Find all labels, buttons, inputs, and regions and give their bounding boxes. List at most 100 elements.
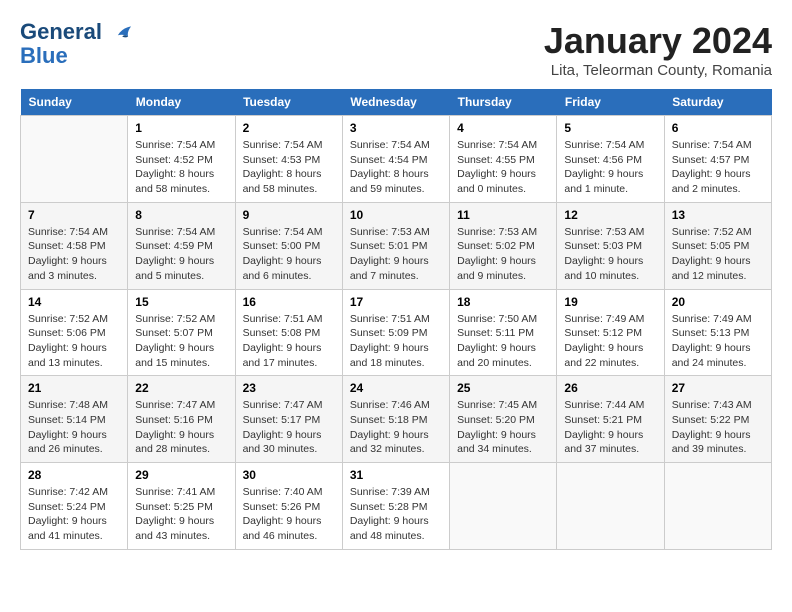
logo-line1: General (20, 19, 102, 44)
title-block: January 2024 Lita, Teleorman County, Rom… (544, 20, 772, 79)
day-number: 31 (350, 468, 442, 482)
calendar-cell: 6Sunrise: 7:54 AMSunset: 4:57 PMDaylight… (664, 116, 771, 203)
day-number: 1 (135, 121, 227, 135)
day-info: Sunrise: 7:41 AMSunset: 5:25 PMDaylight:… (135, 485, 227, 544)
logo-line2: Blue (20, 44, 134, 68)
day-number: 19 (564, 295, 656, 309)
week-row-5: 28 Sunrise: 7:42 AMSunset: 5:24 PMDayligh… (21, 463, 772, 550)
day-number: 15 (135, 295, 227, 309)
day-info: Sunrise: 7:50 AMSunset: 5:11 PMDaylight:… (457, 312, 549, 371)
location: Lita, Teleorman County, Romania (544, 62, 772, 79)
day-info: Sunrise: 7:45 AMSunset: 5:20 PMDaylight:… (457, 398, 549, 457)
calendar-cell: 15 Sunrise: 7:52 AMSunset: 5:07 PMDayligh… (128, 289, 235, 376)
day-info: Sunrise: 7:43 AMSunset: 5:22 PMDaylight:… (672, 398, 764, 457)
day-number: 4 (457, 121, 549, 135)
day-number: 24 (350, 381, 442, 395)
calendar-cell: 25 Sunrise: 7:45 AMSunset: 5:20 PMDayligh… (450, 376, 557, 463)
day-number: 16 (243, 295, 335, 309)
weekday-header-thursday: Thursday (450, 89, 557, 116)
day-number: 27 (672, 381, 764, 395)
day-info: Sunrise: 7:54 AMSunset: 4:57 PMDaylight:… (672, 138, 764, 197)
day-number: 2 (243, 121, 335, 135)
day-info: Sunrise: 7:52 AMSunset: 5:07 PMDaylight:… (135, 312, 227, 371)
day-info: Sunrise: 7:54 AMSunset: 4:54 PMDaylight:… (350, 138, 442, 197)
day-number: 9 (243, 208, 335, 222)
weekday-header-wednesday: Wednesday (342, 89, 449, 116)
logo: General Blue (20, 20, 134, 68)
month-title: January 2024 (544, 20, 772, 62)
day-number: 3 (350, 121, 442, 135)
logo-bird-icon (112, 22, 134, 44)
calendar-cell: 11 Sunrise: 7:53 AMSunset: 5:02 PMDayligh… (450, 202, 557, 289)
day-number: 5 (564, 121, 656, 135)
calendar-cell: 9Sunrise: 7:54 AMSunset: 5:00 PMDaylight… (235, 202, 342, 289)
day-info: Sunrise: 7:51 AMSunset: 5:09 PMDaylight:… (350, 312, 442, 371)
day-number: 7 (28, 208, 120, 222)
day-info: Sunrise: 7:42 AMSunset: 5:24 PMDaylight:… (28, 485, 120, 544)
calendar-cell: 3 Sunrise: 7:54 AMSunset: 4:54 PMDaylight… (342, 116, 449, 203)
calendar-cell: 21 Sunrise: 7:48 AMSunset: 5:14 PMDayligh… (21, 376, 128, 463)
day-number: 8 (135, 208, 227, 222)
day-info: Sunrise: 7:44 AMSunset: 5:21 PMDaylight:… (564, 398, 656, 457)
calendar-cell: 23 Sunrise: 7:47 AMSunset: 5:17 PMDayligh… (235, 376, 342, 463)
day-info: Sunrise: 7:54 AMSunset: 4:53 PMDaylight:… (243, 138, 335, 197)
calendar-cell: 10 Sunrise: 7:53 AMSunset: 5:01 PMDayligh… (342, 202, 449, 289)
day-info: Sunrise: 7:53 AMSunset: 5:02 PMDaylight:… (457, 225, 549, 284)
day-info: Sunrise: 7:53 AMSunset: 5:01 PMDaylight:… (350, 225, 442, 284)
day-number: 25 (457, 381, 549, 395)
week-row-1: 1Sunrise: 7:54 AMSunset: 4:52 PMDaylight… (21, 116, 772, 203)
calendar-cell (557, 463, 664, 550)
calendar-cell: 18Sunrise: 7:50 AMSunset: 5:11 PMDayligh… (450, 289, 557, 376)
day-info: Sunrise: 7:46 AMSunset: 5:18 PMDaylight:… (350, 398, 442, 457)
day-number: 13 (672, 208, 764, 222)
day-number: 17 (350, 295, 442, 309)
weekday-header-monday: Monday (128, 89, 235, 116)
day-number: 14 (28, 295, 120, 309)
day-info: Sunrise: 7:49 AMSunset: 5:13 PMDaylight:… (672, 312, 764, 371)
calendar-cell: 2 Sunrise: 7:54 AMSunset: 4:53 PMDaylight… (235, 116, 342, 203)
day-info: Sunrise: 7:40 AMSunset: 5:26 PMDaylight:… (243, 485, 335, 544)
calendar-cell: 8Sunrise: 7:54 AMSunset: 4:59 PMDaylight… (128, 202, 235, 289)
calendar-cell: 1Sunrise: 7:54 AMSunset: 4:52 PMDaylight… (128, 116, 235, 203)
calendar-cell: 30 Sunrise: 7:40 AMSunset: 5:26 PMDayligh… (235, 463, 342, 550)
calendar-cell: 26 Sunrise: 7:44 AMSunset: 5:21 PMDayligh… (557, 376, 664, 463)
day-number: 26 (564, 381, 656, 395)
calendar-cell: 22 Sunrise: 7:47 AMSunset: 5:16 PMDayligh… (128, 376, 235, 463)
day-info: Sunrise: 7:54 AMSunset: 4:56 PMDaylight:… (564, 138, 656, 197)
weekday-header-row: SundayMondayTuesdayWednesdayThursdayFrid… (21, 89, 772, 116)
day-number: 30 (243, 468, 335, 482)
day-info: Sunrise: 7:51 AMSunset: 5:08 PMDaylight:… (243, 312, 335, 371)
day-number: 28 (28, 468, 120, 482)
day-number: 20 (672, 295, 764, 309)
day-info: Sunrise: 7:52 AMSunset: 5:05 PMDaylight:… (672, 225, 764, 284)
calendar-cell: 16 Sunrise: 7:51 AMSunset: 5:08 PMDayligh… (235, 289, 342, 376)
day-number: 23 (243, 381, 335, 395)
calendar-table: SundayMondayTuesdayWednesdayThursdayFrid… (20, 89, 772, 550)
calendar-cell: 4 Sunrise: 7:54 AMSunset: 4:55 PMDaylight… (450, 116, 557, 203)
weekday-header-saturday: Saturday (664, 89, 771, 116)
day-info: Sunrise: 7:49 AMSunset: 5:12 PMDaylight:… (564, 312, 656, 371)
weekday-header-sunday: Sunday (21, 89, 128, 116)
calendar-cell: 31Sunrise: 7:39 AMSunset: 5:28 PMDayligh… (342, 463, 449, 550)
week-row-3: 14 Sunrise: 7:52 AMSunset: 5:06 PMDayligh… (21, 289, 772, 376)
calendar-cell: 14 Sunrise: 7:52 AMSunset: 5:06 PMDayligh… (21, 289, 128, 376)
day-number: 11 (457, 208, 549, 222)
weekday-header-friday: Friday (557, 89, 664, 116)
calendar-cell (664, 463, 771, 550)
day-info: Sunrise: 7:48 AMSunset: 5:14 PMDaylight:… (28, 398, 120, 457)
day-number: 12 (564, 208, 656, 222)
day-info: Sunrise: 7:52 AMSunset: 5:06 PMDaylight:… (28, 312, 120, 371)
calendar-cell (450, 463, 557, 550)
day-info: Sunrise: 7:54 AMSunset: 4:58 PMDaylight:… (28, 225, 120, 284)
day-info: Sunrise: 7:47 AMSunset: 5:16 PMDaylight:… (135, 398, 227, 457)
day-info: Sunrise: 7:47 AMSunset: 5:17 PMDaylight:… (243, 398, 335, 457)
calendar-cell: 19 Sunrise: 7:49 AMSunset: 5:12 PMDayligh… (557, 289, 664, 376)
week-row-4: 21 Sunrise: 7:48 AMSunset: 5:14 PMDayligh… (21, 376, 772, 463)
calendar-cell: 17 Sunrise: 7:51 AMSunset: 5:09 PMDayligh… (342, 289, 449, 376)
weekday-header-tuesday: Tuesday (235, 89, 342, 116)
day-number: 10 (350, 208, 442, 222)
day-number: 22 (135, 381, 227, 395)
day-number: 21 (28, 381, 120, 395)
calendar-cell: 7 Sunrise: 7:54 AMSunset: 4:58 PMDaylight… (21, 202, 128, 289)
day-info: Sunrise: 7:54 AMSunset: 4:55 PMDaylight:… (457, 138, 549, 197)
